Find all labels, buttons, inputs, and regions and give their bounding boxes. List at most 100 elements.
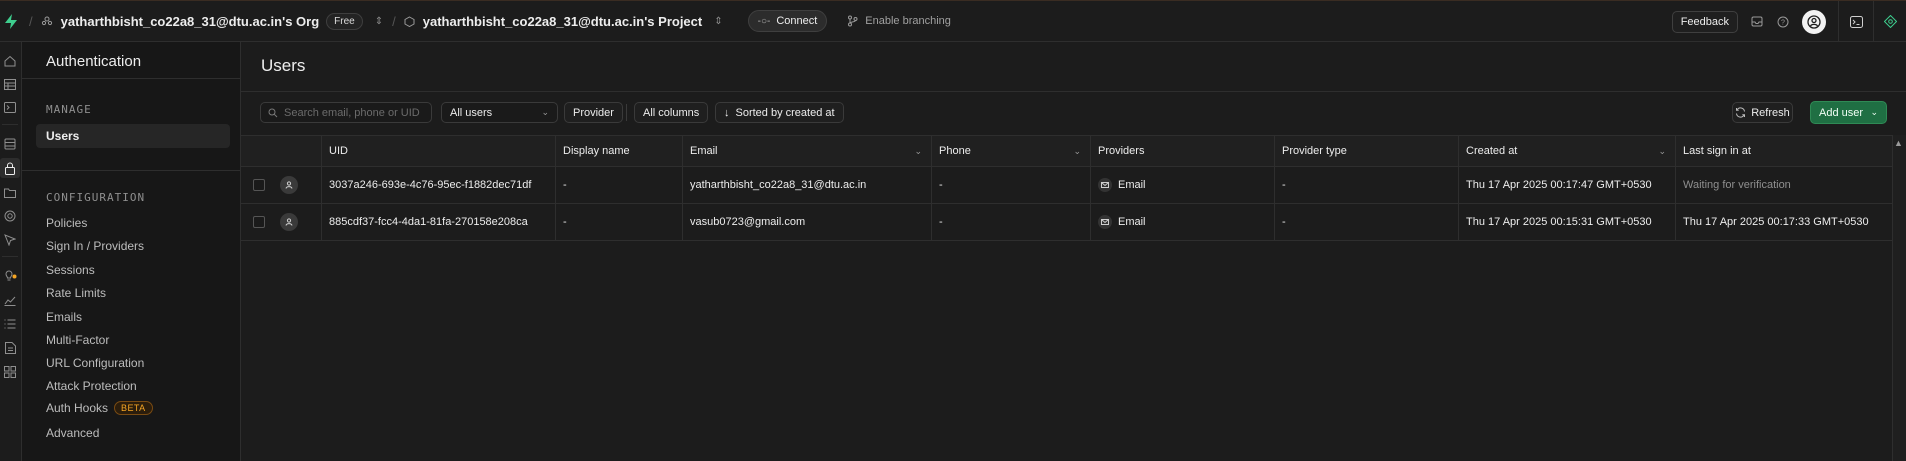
logs-icon[interactable] xyxy=(0,314,20,334)
storage-icon[interactable] xyxy=(0,182,20,202)
chevron-down-icon: ⌄ xyxy=(541,107,549,117)
table-row[interactable]: 885cdf37-fcc4-4da1-81fa-270158e208ca - v… xyxy=(241,204,1892,241)
user-avatar[interactable] xyxy=(1802,9,1826,34)
column-header-uid[interactable]: UID xyxy=(322,136,556,166)
divider xyxy=(626,104,627,121)
user-icon xyxy=(280,213,298,231)
chevron-down-icon[interactable]: ⌄ xyxy=(1073,146,1081,157)
refresh-label: Refresh xyxy=(1751,106,1790,119)
table-row[interactable]: 3037a246-693e-4c76-95ec-f1882dec71df - y… xyxy=(241,167,1892,204)
beta-badge: BETA xyxy=(114,401,153,415)
svg-text:?: ? xyxy=(1781,19,1785,26)
uid-cell: 3037a246-693e-4c76-95ec-f1882dec71df xyxy=(322,167,556,203)
vertical-scrollbar[interactable] xyxy=(1892,135,1906,461)
column-header-last-sign-in[interactable]: Last sign in at xyxy=(1676,136,1892,166)
column-header-providers[interactable]: Providers xyxy=(1091,136,1275,166)
created-at-cell: Thu 17 Apr 2025 00:17:47 GMT+0530 xyxy=(1459,167,1676,203)
display-name-cell: - xyxy=(556,204,683,240)
org-name[interactable]: yatharthbisht_co22a8_31@dtu.ac.in's Org xyxy=(61,14,320,29)
uid-cell: 885cdf37-fcc4-4da1-81fa-270158e208ca xyxy=(322,204,556,240)
authentication-icon[interactable] xyxy=(0,158,20,178)
feedback-button[interactable]: Feedback xyxy=(1671,10,1738,33)
project-switcher-chevron-icon[interactable]: ⇕ xyxy=(714,16,722,27)
sidebar-item-policies[interactable]: Policies xyxy=(46,216,87,230)
advisors-icon[interactable] xyxy=(0,266,20,286)
sidebar-item-sessions[interactable]: Sessions xyxy=(46,263,95,277)
project-name[interactable]: yatharthbisht_co22a8_31@dtu.ac.in's Proj… xyxy=(423,14,702,29)
realtime-icon[interactable] xyxy=(0,230,20,250)
phone-cell: - xyxy=(932,167,1091,203)
sidebar-item-attack-protection[interactable]: Attack Protection xyxy=(46,379,137,393)
plan-badge: Free xyxy=(326,12,363,30)
add-user-label: Add user xyxy=(1819,106,1864,119)
connect-label: Connect xyxy=(776,15,818,27)
users-page: Users All users ⌄ Provider All columns ↓… xyxy=(241,42,1906,461)
top-bar-actions: Feedback ? xyxy=(1671,1,1906,42)
row-select-cell xyxy=(241,167,322,203)
providers-cell: Email xyxy=(1091,204,1275,240)
sql-editor-icon[interactable] xyxy=(0,97,20,117)
row-checkbox[interactable] xyxy=(253,216,265,228)
phone-cell: - xyxy=(932,204,1091,240)
users-table-header: UID Display name Email ⌄ Phone ⌄ Providers… xyxy=(241,135,1892,167)
refresh-button[interactable]: Refresh xyxy=(1732,102,1793,123)
user-filter-value: All users xyxy=(450,106,493,119)
chevron-down-icon[interactable]: ⌄ xyxy=(1658,146,1666,157)
column-header-email[interactable]: Email ⌄ xyxy=(683,136,932,166)
row-checkbox[interactable] xyxy=(253,179,265,191)
inbox-icon[interactable] xyxy=(1744,16,1770,27)
org-switcher-chevron-icon[interactable]: ⇕ xyxy=(375,16,383,27)
database-icon[interactable] xyxy=(0,134,20,154)
supabase-logo-icon[interactable] xyxy=(2,12,20,30)
help-icon[interactable]: ? xyxy=(1770,16,1796,28)
divider xyxy=(2,124,18,125)
display-name-cell: - xyxy=(556,167,683,203)
reports-icon[interactable] xyxy=(0,290,20,310)
columns-button[interactable]: All columns xyxy=(634,102,709,123)
add-user-button[interactable]: Add user ⌄ xyxy=(1810,101,1887,124)
provider-label: Email xyxy=(1118,179,1146,191)
table-editor-icon[interactable] xyxy=(0,74,20,94)
enable-branching-button[interactable]: Enable branching xyxy=(847,15,951,27)
column-header-created-at[interactable]: Created at ⌄ xyxy=(1459,136,1676,166)
provider-filter-button[interactable]: Provider xyxy=(564,102,623,123)
sidebar-item-auth-hooks[interactable]: Auth Hooks BETA xyxy=(46,401,153,415)
integrations-icon[interactable] xyxy=(0,362,20,382)
sidebar-item-url-configuration[interactable]: URL Configuration xyxy=(46,356,144,370)
scroll-up-icon[interactable]: ▲ xyxy=(1894,138,1903,148)
sidebar-title: Authentication xyxy=(46,53,142,70)
user-filter-select[interactable]: All users ⌄ xyxy=(441,102,558,123)
user-icon xyxy=(280,176,298,194)
assistant-icon[interactable] xyxy=(1874,15,1906,28)
provider-type-cell: - xyxy=(1275,204,1459,240)
search-field[interactable] xyxy=(260,102,432,123)
api-docs-icon[interactable] xyxy=(0,338,20,358)
select-column xyxy=(241,136,322,166)
breadcrumb-separator: / xyxy=(392,13,396,29)
sidebar-item-emails[interactable]: Emails xyxy=(46,310,82,324)
home-icon[interactable] xyxy=(0,51,20,71)
column-header-provider-type[interactable]: Provider type xyxy=(1275,136,1459,166)
auth-sidebar: Authentication MANAGE Users CONFIGURATIO… xyxy=(22,42,241,461)
column-header-phone[interactable]: Phone ⌄ xyxy=(932,136,1091,166)
sort-button[interactable]: ↓ Sorted by created at xyxy=(715,102,844,123)
column-header-display-name[interactable]: Display name xyxy=(556,136,683,166)
sidebar-item-sign-in-providers[interactable]: Sign In / Providers xyxy=(46,239,144,253)
edge-functions-icon[interactable] xyxy=(0,206,20,226)
email-cell: vasub0723@gmail.com xyxy=(683,204,932,240)
manage-heading: MANAGE xyxy=(46,103,92,116)
chevron-down-icon[interactable]: ⌄ xyxy=(914,146,922,157)
mail-icon xyxy=(1098,215,1112,229)
providers-cell: Email xyxy=(1091,167,1275,203)
sidebar-item-users[interactable]: Users xyxy=(36,124,230,148)
sidebar-item-advanced[interactable]: Advanced xyxy=(46,426,99,440)
divider xyxy=(22,78,241,79)
breadcrumb-separator: / xyxy=(29,13,33,29)
refresh-icon xyxy=(1736,107,1746,118)
terminal-icon[interactable] xyxy=(1839,15,1873,28)
arrow-down-icon: ↓ xyxy=(724,106,730,119)
sidebar-item-multi-factor[interactable]: Multi-Factor xyxy=(46,333,109,347)
connect-button[interactable]: -○- Connect xyxy=(747,10,828,32)
sidebar-item-rate-limits[interactable]: Rate Limits xyxy=(46,286,106,300)
search-input[interactable] xyxy=(284,106,424,119)
